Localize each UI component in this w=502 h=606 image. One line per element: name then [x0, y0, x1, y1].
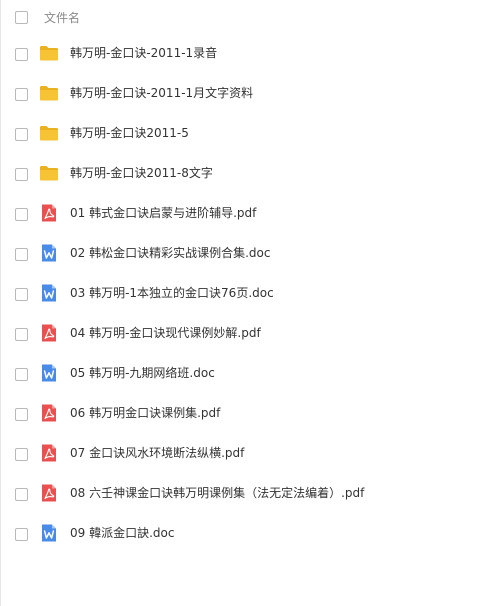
file-list: 韩万明-金口诀-2011-1录音韩万明-金口诀-2011-1月文字资料 韩万明-金…	[1, 34, 502, 554]
list-header: 文件名	[1, 0, 502, 36]
file-row[interactable]: 08 六壬神课金口诀韩万明课例集（法无定法编着）.pdf	[1, 474, 502, 514]
file-name[interactable]: 06 韩万明金口诀课例集.pdf	[70, 405, 220, 421]
word-doc-icon	[39, 523, 59, 543]
filename-column-header[interactable]: 文件名	[44, 10, 80, 26]
file-name[interactable]: 02 韩松金口诀精彩实战课例合集.doc	[70, 245, 270, 261]
row-checkbox[interactable]	[15, 328, 28, 341]
folder-icon	[39, 43, 59, 63]
select-all-checkbox[interactable]	[15, 11, 28, 24]
row-checkbox[interactable]	[15, 128, 28, 141]
file-name[interactable]: 07 金口诀风水环境断法纵横.pdf	[70, 445, 244, 461]
file-row[interactable]: 韩万明-金口诀2011-5	[1, 114, 502, 154]
row-checkbox[interactable]	[15, 488, 28, 501]
file-row[interactable]: 韩万明-金口诀-2011-1月文字资料	[1, 74, 502, 114]
folder-icon	[39, 123, 59, 143]
row-checkbox[interactable]	[15, 88, 28, 101]
file-name[interactable]: 04 韩万明-金口诀现代课例妙解.pdf	[70, 325, 261, 341]
file-name[interactable]: 01 韩式金口诀启蒙与进阶辅导.pdf	[70, 205, 256, 221]
file-row[interactable]: 韩万明-金口诀2011-8文字	[1, 154, 502, 194]
row-checkbox[interactable]	[15, 288, 28, 301]
file-row[interactable]: 05 韩万明-九期网络班.doc	[1, 354, 502, 394]
file-row[interactable]: 06 韩万明金口诀课例集.pdf	[1, 394, 502, 434]
file-name[interactable]: 韩万明-金口诀2011-5	[70, 125, 189, 141]
file-name[interactable]: 08 六壬神课金口诀韩万明课例集（法无定法编着）.pdf	[70, 485, 364, 501]
word-doc-icon	[39, 243, 59, 263]
row-checkbox[interactable]	[15, 248, 28, 261]
row-checkbox[interactable]	[15, 208, 28, 221]
row-checkbox[interactable]	[15, 168, 28, 181]
file-row[interactable]: 03 韩万明-1本独立的金口诀76页.doc	[1, 274, 502, 314]
folder-icon	[39, 83, 59, 103]
file-row[interactable]: 02 韩松金口诀精彩实战课例合集.doc	[1, 234, 502, 274]
pdf-icon	[39, 483, 59, 503]
row-checkbox[interactable]	[15, 48, 28, 61]
file-row[interactable]: 07 金口诀风水环境断法纵横.pdf	[1, 434, 502, 474]
file-row[interactable]: 09 韓派金口訣.doc	[1, 514, 502, 554]
row-checkbox[interactable]	[15, 448, 28, 461]
pdf-icon	[39, 323, 59, 343]
word-doc-icon	[39, 363, 59, 383]
file-name[interactable]: 05 韩万明-九期网络班.doc	[70, 365, 215, 381]
word-doc-icon	[39, 283, 59, 303]
file-name[interactable]: 03 韩万明-1本独立的金口诀76页.doc	[70, 285, 274, 301]
file-row[interactable]: 01 韩式金口诀启蒙与进阶辅导.pdf	[1, 194, 502, 234]
row-checkbox[interactable]	[15, 528, 28, 541]
row-checkbox[interactable]	[15, 368, 28, 381]
file-row[interactable]: 韩万明-金口诀-2011-1录音	[1, 34, 502, 74]
file-row[interactable]: 04 韩万明-金口诀现代课例妙解.pdf	[1, 314, 502, 354]
pdf-icon	[39, 403, 59, 423]
file-name[interactable]: 韩万明-金口诀-2011-1录音	[70, 45, 217, 61]
pdf-icon	[39, 443, 59, 463]
folder-icon	[39, 163, 59, 183]
row-checkbox[interactable]	[15, 408, 28, 421]
file-name[interactable]: 韩万明-金口诀-2011-1月文字资料	[70, 85, 253, 101]
file-name[interactable]: 09 韓派金口訣.doc	[70, 525, 174, 541]
pdf-icon	[39, 203, 59, 223]
file-browser: 文件名 韩万明-金口诀-2011-1录音韩万明-金口诀-2011-1月文字资料韩…	[0, 0, 502, 606]
file-name[interactable]: 韩万明-金口诀2011-8文字	[70, 165, 213, 181]
